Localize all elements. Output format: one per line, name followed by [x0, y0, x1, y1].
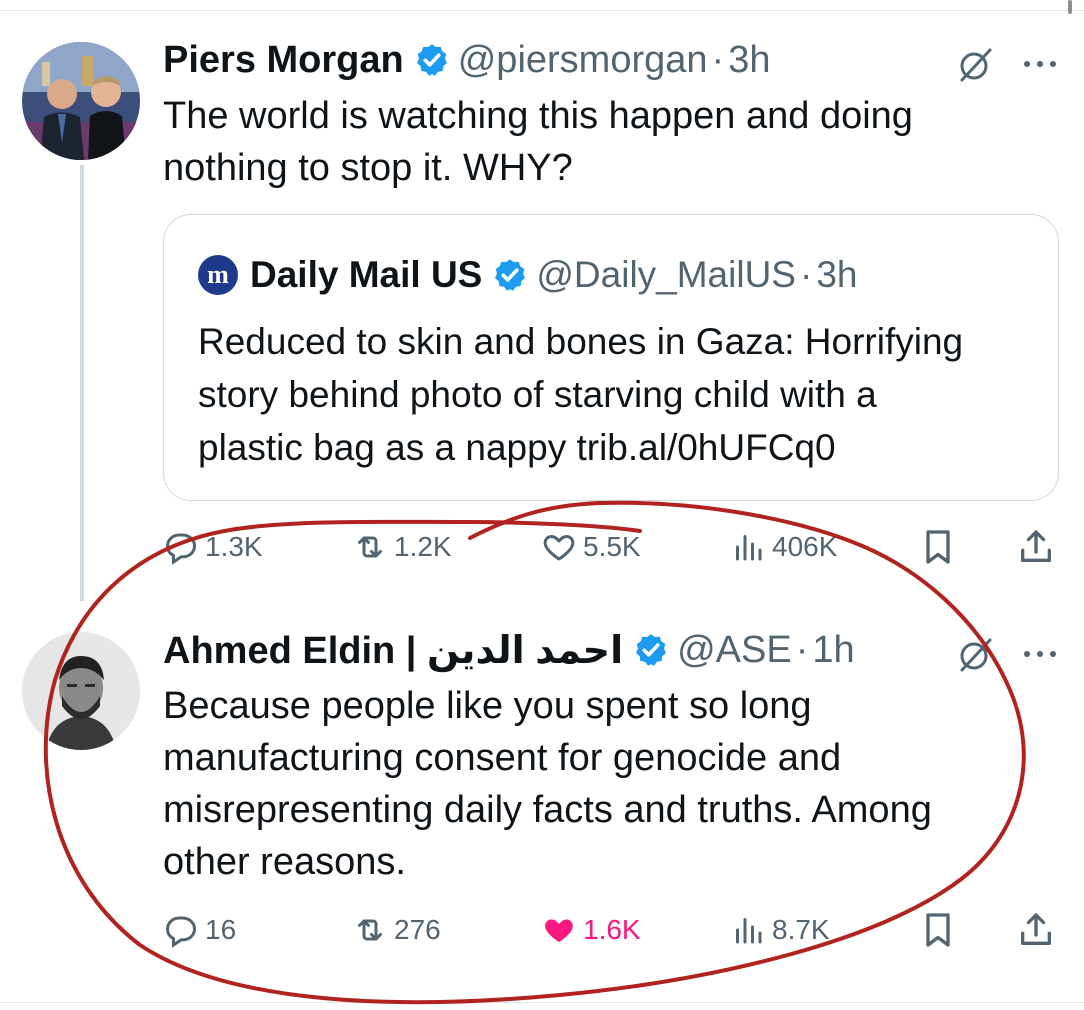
handle[interactable]: @piersmorgan [458, 39, 708, 82]
repost-button[interactable]: 276 [352, 910, 441, 950]
share-icon[interactable] [1016, 527, 1056, 567]
avatar-photo-icon [22, 632, 140, 750]
views-button[interactable]: 406K [730, 527, 837, 567]
reply-icon [165, 533, 197, 565]
timeline: Piers Morgan @piersmorgan · 3h The world… [0, 0, 1084, 1010]
bookmark-icon[interactable] [918, 910, 958, 950]
like-count: 5.5K [583, 531, 641, 562]
more-options-icon[interactable] [1018, 42, 1062, 86]
reply-button[interactable]: 1.3K [163, 527, 263, 567]
share-icon[interactable] [1016, 910, 1056, 950]
like-button[interactable]: 5.5K [541, 527, 641, 567]
divider [0, 1002, 1084, 1003]
thread-line [80, 165, 84, 601]
reply-count: 1.3K [205, 531, 263, 562]
more-options-icon[interactable] [1018, 632, 1062, 676]
tweet-text-line: nothing to stop it. WHY? [163, 147, 573, 189]
view-count: 8.7K [772, 914, 830, 945]
tweet-text-line: Because people like you spent so long [163, 685, 812, 727]
timestamp[interactable]: 1h [812, 629, 854, 672]
scrollbar[interactable] [1068, 0, 1072, 14]
quoted-timestamp: 3h [816, 254, 858, 295]
bookmark-icon[interactable] [918, 527, 958, 567]
verified-badge-icon [636, 634, 667, 666]
like-button[interactable]: 1.6K [541, 910, 641, 950]
quoted-text-line: Reduced to skin and bones in Gaza: Horri… [198, 321, 964, 362]
tweet-header: Ahmed Eldin | احمد الدين @ASE · 1h [163, 628, 855, 672]
avatar[interactable] [22, 42, 140, 160]
avatar-photo-icon [22, 42, 140, 160]
quoted-tweet-text: Reduced to skin and bones in Gaza: Horri… [198, 315, 1038, 474]
views-icon [736, 535, 762, 561]
quoted-handle: @Daily_MailUS [536, 254, 796, 295]
verified-badge-icon [416, 44, 447, 76]
repost-count: 1.2K [394, 531, 452, 562]
repost-icon [358, 536, 382, 558]
tweet-text-line: other reasons. [163, 841, 406, 883]
grok-icon[interactable] [954, 632, 998, 676]
tweet-text-line: The world is watching this happen and do… [163, 95, 913, 137]
separator: · [711, 38, 725, 81]
quoted-text-line: story behind photo of starving child wit… [198, 374, 877, 415]
tweet-header: Piers Morgan @piersmorgan · 3h [163, 38, 770, 82]
repost-count: 276 [394, 914, 441, 945]
tweet-text: Because people like you spent so long ma… [163, 680, 1043, 888]
reply-icon [165, 916, 197, 948]
view-count: 406K [772, 531, 838, 562]
timestamp[interactable]: 3h [728, 39, 770, 82]
handle[interactable]: @ASE [677, 629, 792, 672]
reply-button[interactable]: 16 [163, 910, 236, 950]
separator: · [799, 254, 813, 295]
display-name[interactable]: Ahmed Eldin | احمد الدين [163, 628, 623, 673]
avatar[interactable] [22, 632, 140, 750]
like-count: 1.6K [583, 914, 641, 945]
daily-mail-logo-icon: m [198, 255, 238, 295]
reply-count: 16 [205, 914, 237, 945]
quoted-text-line: plastic bag as a nappy trib.al/0hUFCq0 [198, 427, 836, 468]
repost-button[interactable]: 1.2K [352, 527, 452, 567]
heart-filled-icon [545, 919, 573, 942]
tweet-text: The world is watching this happen and do… [163, 90, 1043, 194]
heart-icon [543, 535, 575, 561]
display-name[interactable]: Piers Morgan [163, 39, 404, 82]
repost-icon [358, 919, 382, 941]
verified-badge-icon [495, 259, 526, 291]
separator: · [795, 628, 809, 671]
divider [0, 10, 1084, 11]
views-button[interactable]: 8.7K [730, 910, 830, 950]
quoted-display-name: Daily Mail US [250, 254, 483, 295]
grok-icon[interactable] [954, 42, 998, 86]
quoted-tweet-header: m Daily Mail US @Daily_MailUS · 3h [198, 253, 857, 297]
views-icon [736, 918, 762, 944]
tweet-text-line: manufacturing consent for genocide and [163, 737, 842, 779]
tweet-text-line: misrepresenting daily facts and truths. … [163, 789, 932, 831]
quoted-tweet-card[interactable]: m Daily Mail US @Daily_MailUS · 3h Reduc… [163, 214, 1059, 501]
